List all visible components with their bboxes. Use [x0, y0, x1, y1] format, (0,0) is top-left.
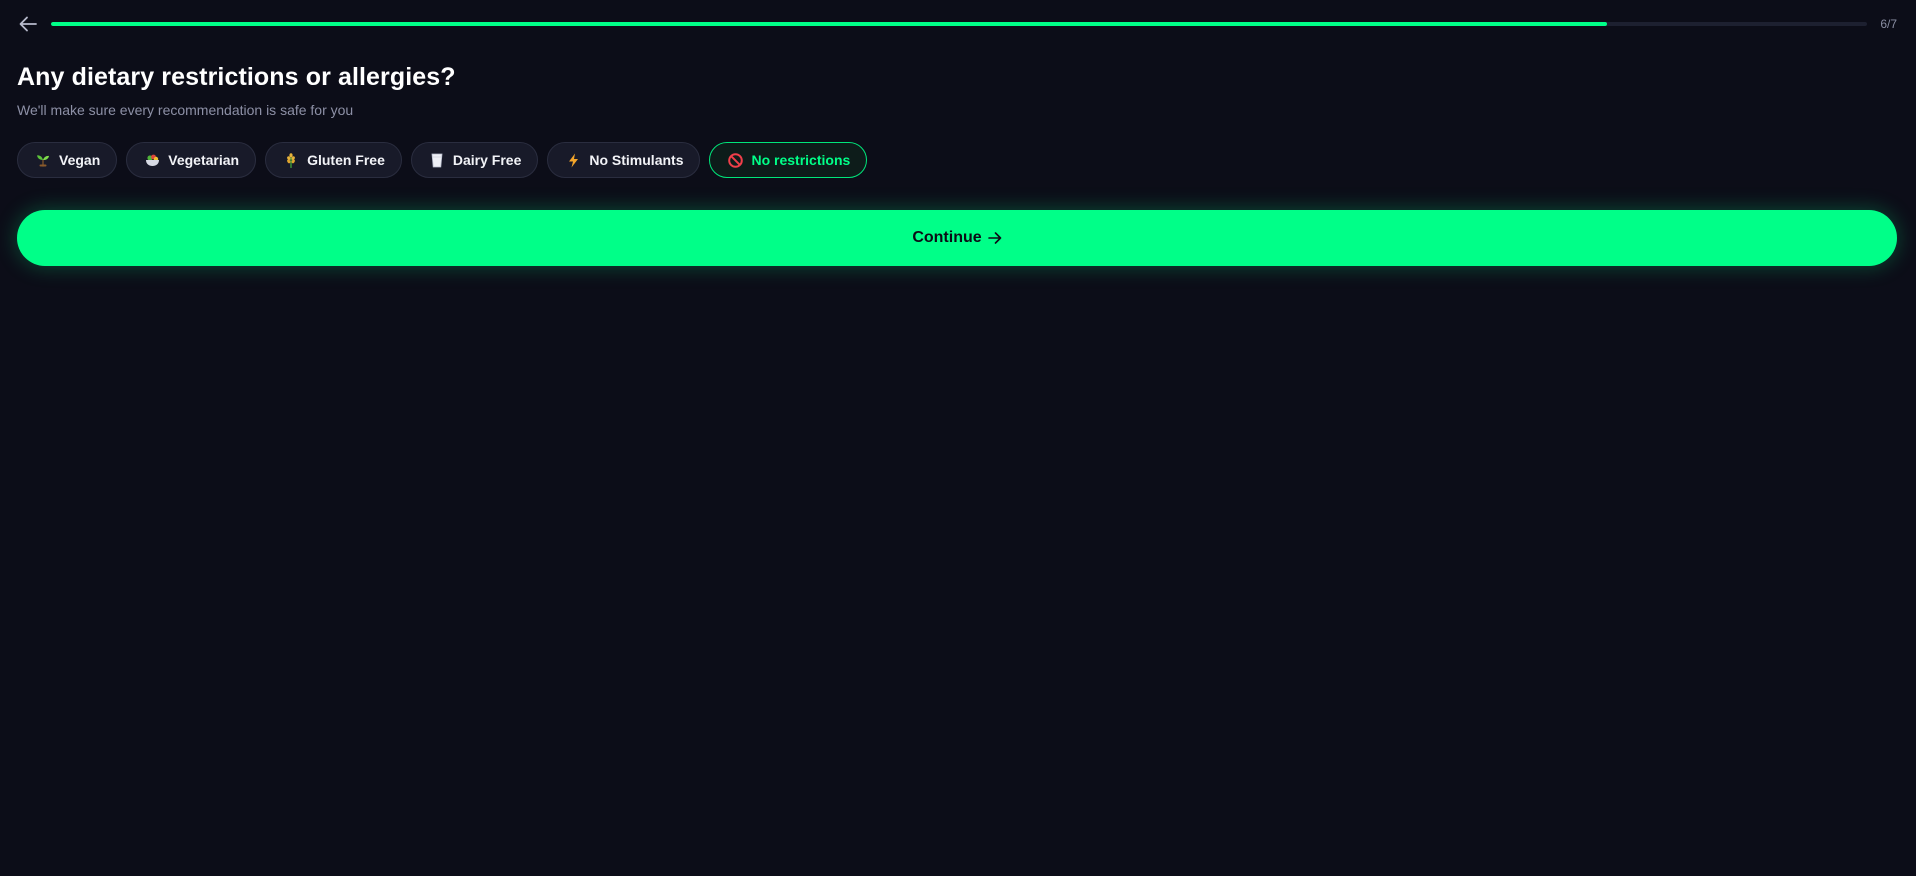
- step-counter: 6/7: [1880, 17, 1897, 31]
- option-gluten-free[interactable]: Gluten Free: [265, 142, 402, 178]
- top-bar: 6/7: [0, 0, 1916, 48]
- wheat-icon: [283, 152, 299, 168]
- option-vegan[interactable]: Vegan: [17, 142, 118, 178]
- salad-bowl-icon: [144, 152, 160, 168]
- option-label: Dairy Free: [452, 152, 522, 168]
- continue-label: Continue: [912, 229, 982, 246]
- lightning-icon: [565, 152, 581, 168]
- question-panel: Any dietary restrictions or allergies? W…: [17, 60, 1897, 266]
- option-dairy-free[interactable]: Dairy Free: [410, 142, 539, 178]
- arrow-right-icon: [987, 232, 1002, 244]
- progress-bar-fill: [51, 22, 1608, 26]
- back-button[interactable]: [16, 13, 40, 35]
- prohibited-icon: [727, 152, 743, 168]
- option-label: Vegetarian: [168, 152, 240, 168]
- progress-bar: [51, 22, 1867, 26]
- option-vegetarian[interactable]: Vegetarian: [126, 142, 257, 178]
- continue-button[interactable]: Continue: [17, 210, 1897, 266]
- option-no-stimulants[interactable]: No Stimulants: [547, 142, 701, 178]
- seedling-icon: [35, 152, 51, 168]
- option-label: No restrictions: [751, 152, 851, 168]
- option-label: No Stimulants: [589, 152, 684, 168]
- option-no-restrictions[interactable]: No restrictions: [709, 142, 868, 178]
- page-title: Any dietary restrictions or allergies?: [17, 63, 456, 91]
- option-label: Vegan: [59, 152, 101, 168]
- arrow-left-icon: [19, 16, 37, 32]
- option-chips: Vegan Vegetarian Gluten Free Dairy Free …: [17, 142, 1897, 178]
- milk-glass-icon: [429, 152, 445, 168]
- page-subtitle: We'll make sure every recommendation is …: [17, 102, 354, 118]
- option-label: Gluten Free: [307, 152, 385, 168]
